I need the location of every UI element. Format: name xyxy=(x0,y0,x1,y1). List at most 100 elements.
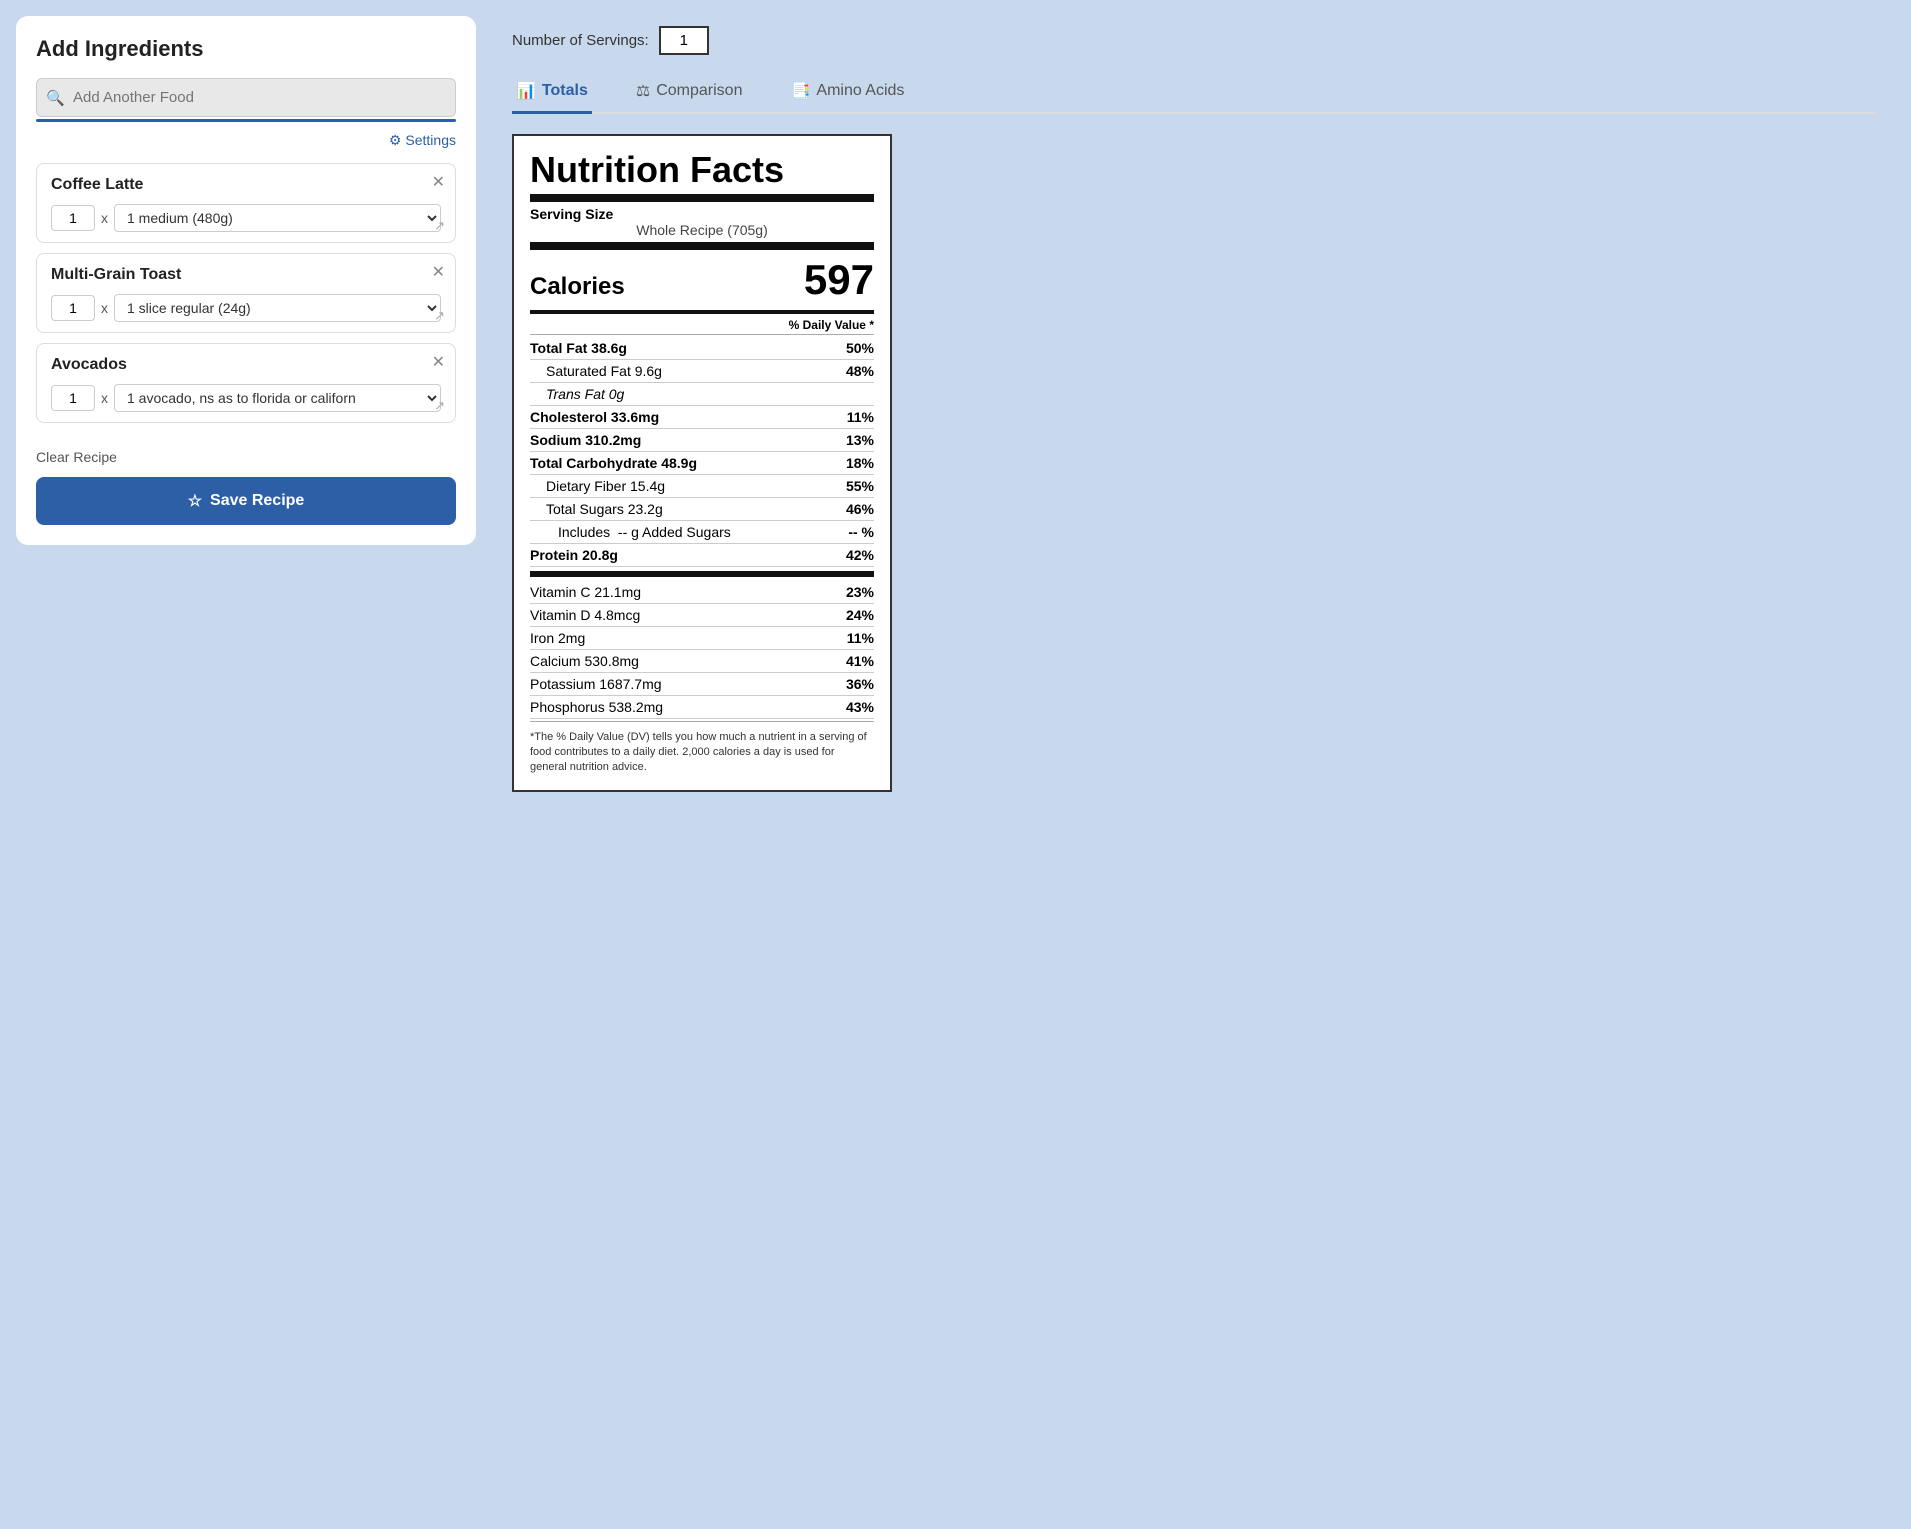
comparison-icon: ⚖ xyxy=(636,81,650,101)
nf-value-total-sugars: 46% xyxy=(846,501,874,517)
nf-value-sat-fat: 48% xyxy=(846,363,874,379)
nf-footer: *The % Daily Value (DV) tells you how mu… xyxy=(530,730,874,776)
multigrain-toast-qty[interactable] xyxy=(51,295,95,321)
nf-label-cholesterol: Cholesterol 33.6mg xyxy=(530,409,659,425)
nf-label-vitamin-c: Vitamin C 21.1mg xyxy=(530,584,641,600)
servings-row: Number of Servings: xyxy=(512,26,1875,55)
multigrain-toast-name: Multi-Grain Toast xyxy=(51,266,441,284)
nf-row-sodium: Sodium 310.2mg 13% xyxy=(530,429,874,452)
nf-value-total-carb: 18% xyxy=(846,455,874,471)
clear-recipe-button[interactable]: Clear Recipe xyxy=(36,449,117,465)
ingredient-card: ✕ Multi-Grain Toast x 1 slice regular (2… xyxy=(36,253,456,333)
expand-avocados-icon[interactable]: ↗ xyxy=(434,398,445,414)
servings-input[interactable] xyxy=(659,26,709,55)
multigrain-toast-serving-select[interactable]: 1 slice regular (24g) xyxy=(114,294,441,322)
nf-thick-bar-2 xyxy=(530,242,874,250)
nf-row-phosphorus: Phosphorus 538.2mg 43% xyxy=(530,696,874,719)
nf-label-vitamin-d: Vitamin D 4.8mcg xyxy=(530,607,640,623)
nf-calories-value: 597 xyxy=(804,256,874,304)
amino-acids-icon: 📑 xyxy=(790,81,810,101)
nf-label-added-sugars: Includes -- g Added Sugars xyxy=(558,524,731,540)
nf-row-added-sugars: Includes -- g Added Sugars -- % xyxy=(530,521,874,544)
search-bar-container: 🔍 xyxy=(36,78,456,117)
nf-daily-value-header: % Daily Value * xyxy=(530,318,874,332)
nf-row-iron: Iron 2mg 11% xyxy=(530,627,874,650)
nf-medium-bar xyxy=(530,310,874,314)
nf-value-potassium: 36% xyxy=(846,676,874,692)
nf-calories-label: Calories xyxy=(530,273,625,301)
tab-totals-label: Totals xyxy=(542,82,588,100)
coffee-latte-serving-select[interactable]: 1 medium (480g) xyxy=(114,204,441,232)
save-recipe-label: Save Recipe xyxy=(210,492,304,510)
nf-label-total-carb: Total Carbohydrate 48.9g xyxy=(530,455,697,471)
nf-value-dietary-fiber: 55% xyxy=(846,478,874,494)
nf-row-protein: Protein 20.8g 42% xyxy=(530,544,874,567)
tab-totals[interactable]: 📊 Totals xyxy=(512,73,592,114)
nf-serving-size-label: Serving Size xyxy=(530,206,613,222)
settings-label: Settings xyxy=(405,132,456,149)
nf-value-sodium: 13% xyxy=(846,432,874,448)
ingredient-card: ✕ Avocados x 1 avocado, ns as to florida… xyxy=(36,343,456,423)
nf-label-iron: Iron 2mg xyxy=(530,630,585,646)
close-avocados-button[interactable]: ✕ xyxy=(432,352,445,372)
ingredient-card: ✕ Coffee Latte x 1 medium (480g) ↗ xyxy=(36,163,456,243)
search-underline xyxy=(36,119,456,122)
star-icon: ☆ xyxy=(188,491,202,511)
nf-thick-bar-top xyxy=(530,194,874,202)
tab-comparison-label: Comparison xyxy=(656,82,742,100)
totals-icon: 📊 xyxy=(516,81,536,101)
tab-amino-acids-label: Amino Acids xyxy=(816,82,904,100)
multiply-sign: x xyxy=(101,390,108,406)
close-coffee-latte-button[interactable]: ✕ xyxy=(432,172,445,192)
avocados-serving-select[interactable]: 1 avocado, ns as to florida or californ xyxy=(114,384,441,412)
tab-amino-acids[interactable]: 📑 Amino Acids xyxy=(786,73,908,114)
nf-row-cholesterol: Cholesterol 33.6mg 11% xyxy=(530,406,874,429)
search-icon: 🔍 xyxy=(46,89,65,107)
nf-label-total-fat: Total Fat 38.6g xyxy=(530,340,627,356)
nf-row-vitamin-c: Vitamin C 21.1mg 23% xyxy=(530,581,874,604)
expand-coffee-latte-icon[interactable]: ↗ xyxy=(434,218,445,234)
multigrain-toast-controls: x 1 slice regular (24g) xyxy=(51,294,441,322)
nf-row-total-sugars: Total Sugars 23.2g 46% xyxy=(530,498,874,521)
panel-title: Add Ingredients xyxy=(36,36,456,62)
nf-label-protein: Protein 20.8g xyxy=(530,547,618,563)
settings-row[interactable]: ⚙ Settings xyxy=(36,132,456,149)
nf-value-vitamin-c: 23% xyxy=(846,584,874,600)
nf-row-dietary-fiber: Dietary Fiber 15.4g 55% xyxy=(530,475,874,498)
avocados-qty[interactable] xyxy=(51,385,95,411)
nf-row-potassium: Potassium 1687.7mg 36% xyxy=(530,673,874,696)
nf-value-cholesterol: 11% xyxy=(847,409,874,425)
nf-row-sat-fat: Saturated Fat 9.6g 48% xyxy=(530,360,874,383)
nf-thin-bar-footer xyxy=(530,721,874,722)
nf-row-trans-fat: Trans Fat 0g xyxy=(530,383,874,406)
search-input[interactable] xyxy=(36,78,456,117)
nf-value-added-sugars: -- % xyxy=(848,524,874,540)
nf-title: Nutrition Facts xyxy=(530,150,874,190)
nf-label-total-sugars: Total Sugars 23.2g xyxy=(546,501,663,517)
multiply-sign: x xyxy=(101,300,108,316)
nf-label-dietary-fiber: Dietary Fiber 15.4g xyxy=(546,478,665,494)
avocados-controls: x 1 avocado, ns as to florida or califor… xyxy=(51,384,441,412)
nf-serving-size: Serving Size Whole Recipe (705g) xyxy=(530,206,874,238)
nf-value-iron: 11% xyxy=(847,630,874,646)
expand-multigrain-toast-icon[interactable]: ↗ xyxy=(434,308,445,324)
nf-value-phosphorus: 43% xyxy=(846,699,874,715)
nf-value-vitamin-d: 24% xyxy=(846,607,874,623)
nf-value-protein: 42% xyxy=(846,547,874,563)
nf-black-bar xyxy=(530,571,874,577)
right-panel: Number of Servings: 📊 Totals ⚖ Compariso… xyxy=(492,16,1895,1513)
nf-label-potassium: Potassium 1687.7mg xyxy=(530,676,662,692)
nf-row-total-fat: Total Fat 38.6g 50% xyxy=(530,337,874,360)
gear-icon: ⚙ xyxy=(389,132,402,149)
tab-comparison[interactable]: ⚖ Comparison xyxy=(632,73,747,114)
nf-value-calcium: 41% xyxy=(846,653,874,669)
avocados-name: Avocados xyxy=(51,356,441,374)
coffee-latte-qty[interactable] xyxy=(51,205,95,231)
coffee-latte-name: Coffee Latte xyxy=(51,176,441,194)
close-multigrain-toast-button[interactable]: ✕ xyxy=(432,262,445,282)
nf-label-sat-fat: Saturated Fat 9.6g xyxy=(546,363,662,379)
save-recipe-button[interactable]: ☆ Save Recipe xyxy=(36,477,456,525)
nf-value-total-fat: 50% xyxy=(846,340,874,356)
nutrition-facts-panel: Nutrition Facts Serving Size Whole Recip… xyxy=(512,134,892,792)
servings-label: Number of Servings: xyxy=(512,32,649,49)
